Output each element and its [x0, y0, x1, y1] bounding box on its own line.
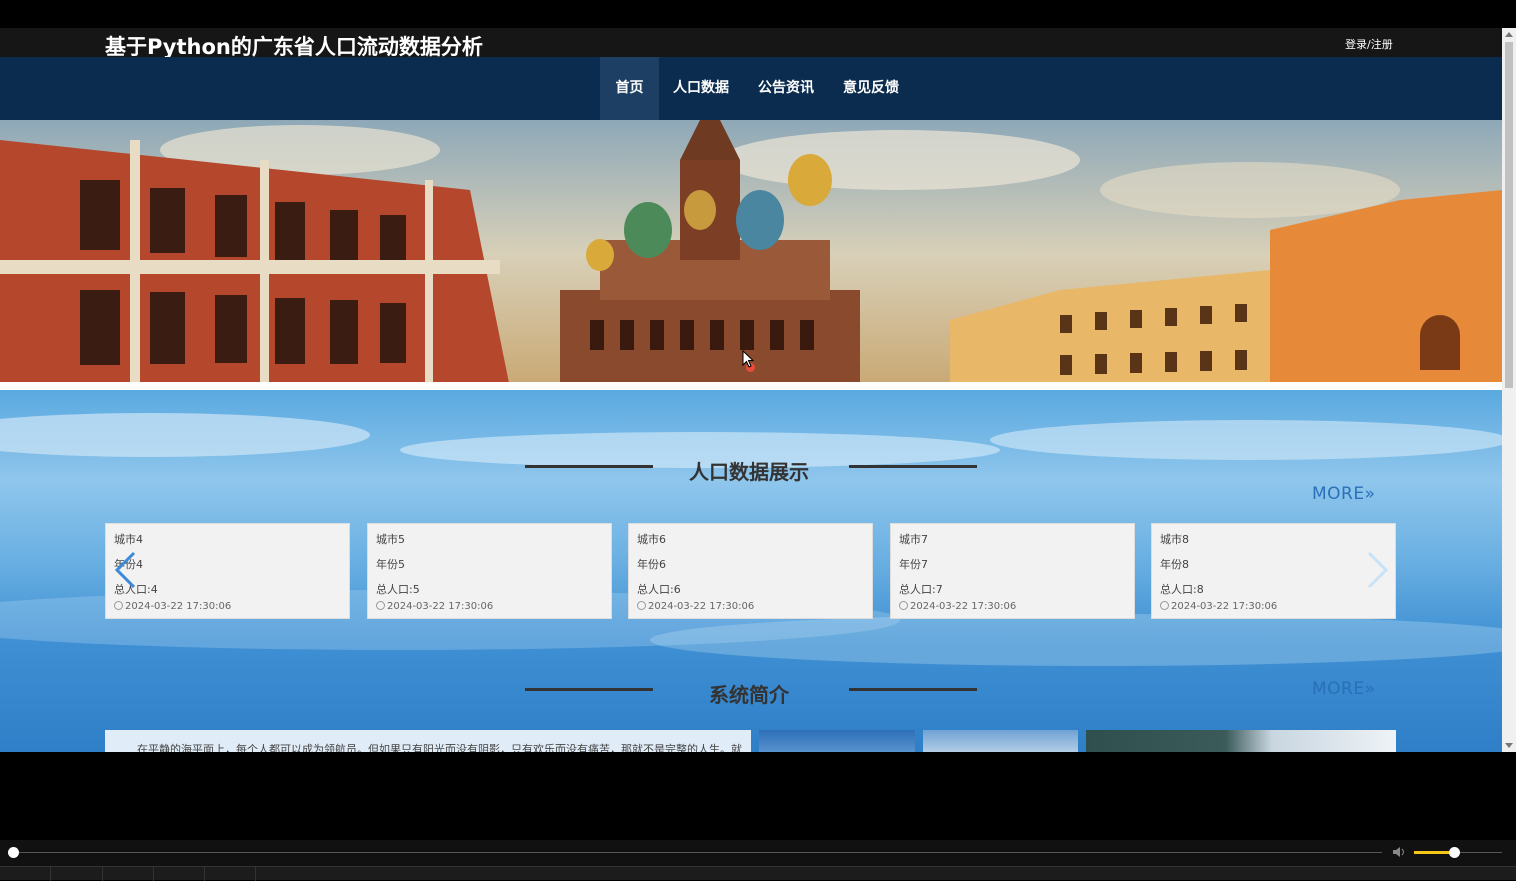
title-divider-right [849, 688, 977, 691]
chevron-left-icon[interactable] [112, 550, 138, 598]
clock-icon [376, 601, 385, 610]
card-city: 城市7 [899, 533, 928, 546]
population-card[interactable]: 城市5 年份5 总人口:5 2024-03-22 17:30:06 [367, 523, 612, 619]
intro-paragraph: 在平静的海平面上，每个人都可以成为领航员。但如果只有阳光而没有阴影，只有欢乐而没… [137, 743, 742, 752]
card-time-text: 2024-03-22 17:30:06 [387, 601, 494, 612]
card-timestamp: 2024-03-22 17:30:06 [114, 601, 231, 612]
population-more-link[interactable]: MORE» [1312, 484, 1376, 504]
mouse-cursor-icon [742, 350, 754, 368]
card-time-text: 2024-03-22 17:30:06 [125, 601, 232, 612]
population-section-title: 人口数据展示 [689, 460, 809, 484]
card-total: 总人口:5 [376, 583, 420, 596]
intro-section-title: 系统简介 [709, 683, 789, 707]
intro-more-link[interactable]: MORE» [1312, 679, 1376, 699]
card-year: 年份7 [899, 558, 928, 571]
volume-level-fill [1414, 851, 1454, 854]
intro-image-classroom [1086, 730, 1396, 752]
population-card[interactable]: 城市4 年份4 总人口:4 2024-03-22 17:30:06 [105, 523, 350, 619]
volume-icon[interactable] [1392, 846, 1408, 858]
card-total: 总人口:8 [1160, 583, 1204, 596]
login-register-link[interactable]: 登录/注册 [1345, 36, 1393, 52]
nav-item-population-data[interactable]: 人口数据 [665, 57, 737, 120]
player-bottom-bar [0, 866, 1516, 881]
intro-image-clouds [923, 730, 1078, 752]
card-timestamp: 2024-03-22 17:30:06 [899, 601, 1016, 612]
card-city: 城市5 [376, 533, 405, 546]
card-year: 年份6 [637, 558, 666, 571]
intro-image-sky [759, 730, 915, 752]
banner-image [0, 120, 1502, 388]
seek-knob[interactable] [8, 847, 19, 858]
title-divider-left [525, 465, 653, 468]
bottom-divider [255, 867, 256, 881]
card-year: 年份8 [1160, 558, 1189, 571]
seek-bar[interactable] [12, 852, 1382, 853]
nav-item-feedback[interactable]: 意见反馈 [835, 57, 907, 120]
volume-knob[interactable] [1449, 847, 1460, 858]
browser-viewport: 基于Python的广东省人口流动数据分析 登录/注册 首页 人口数据 公告资讯 … [0, 28, 1502, 752]
clock-icon [1160, 601, 1169, 610]
card-time-text: 2024-03-22 17:30:06 [648, 601, 755, 612]
vertical-scrollbar[interactable] [1502, 28, 1516, 752]
intro-text-box: 在平静的海平面上，每个人都可以成为领航员。但如果只有阳光而没有阴影，只有欢乐而没… [105, 730, 751, 752]
card-city: 城市4 [114, 533, 143, 546]
title-divider-left [525, 688, 653, 691]
population-card[interactable]: 城市8 年份8 总人口:8 2024-03-22 17:30:06 [1151, 523, 1396, 619]
video-player-controls [0, 840, 1516, 881]
card-timestamp: 2024-03-22 17:30:06 [1160, 601, 1277, 612]
content-area: 人口数据展示 MORE» 城市4 年份4 总人口:4 2024-03-22 17… [0, 390, 1502, 752]
card-city: 城市6 [637, 533, 666, 546]
card-time-text: 2024-03-22 17:30:06 [910, 601, 1017, 612]
nav-item-announcements[interactable]: 公告资讯 [750, 57, 822, 120]
population-card[interactable]: 城市7 年份7 总人口:7 2024-03-22 17:30:06 [890, 523, 1135, 619]
clock-icon [114, 601, 123, 610]
bottom-divider [153, 867, 154, 881]
hero-banner-carousel[interactable] [0, 120, 1502, 388]
clock-icon [899, 601, 908, 610]
clock-icon [637, 601, 646, 610]
population-card[interactable]: 城市6 年份6 总人口:6 2024-03-22 17:30:06 [628, 523, 873, 619]
nav-item-home[interactable]: 首页 [600, 57, 659, 120]
main-nav: 首页 人口数据 公告资讯 意见反馈 [0, 57, 1502, 120]
bottom-divider [204, 867, 205, 881]
title-divider-right [849, 465, 977, 468]
card-timestamp: 2024-03-22 17:30:06 [376, 601, 493, 612]
scroll-up-arrow-icon[interactable] [1505, 32, 1513, 37]
bottom-divider [50, 867, 51, 881]
top-bar: 基于Python的广东省人口流动数据分析 登录/注册 [0, 28, 1502, 59]
card-total: 总人口:7 [899, 583, 943, 596]
chevron-right-icon[interactable] [1365, 550, 1391, 598]
scrollbar-thumb[interactable] [1505, 42, 1513, 388]
card-timestamp: 2024-03-22 17:30:06 [637, 601, 754, 612]
bottom-divider [102, 867, 103, 881]
scroll-down-arrow-icon[interactable] [1505, 743, 1513, 748]
card-total: 总人口:6 [637, 583, 681, 596]
card-city: 城市8 [1160, 533, 1189, 546]
card-year: 年份5 [376, 558, 405, 571]
card-time-text: 2024-03-22 17:30:06 [1171, 601, 1278, 612]
